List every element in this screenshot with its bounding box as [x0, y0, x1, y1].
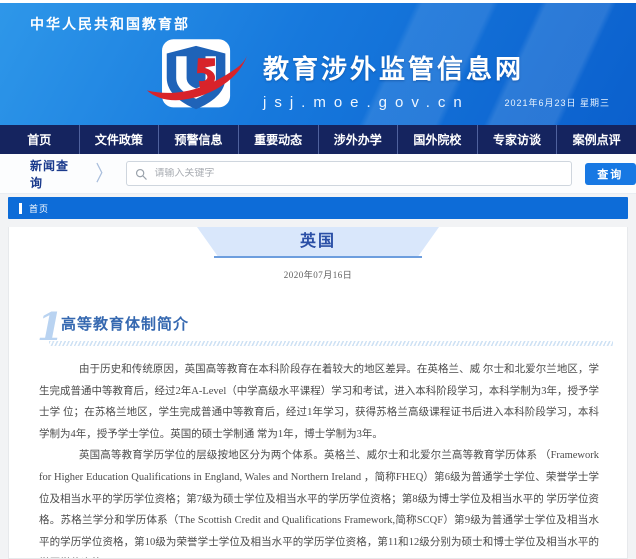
nav-item-case-reviews[interactable]: 案例点评 — [557, 125, 636, 154]
main-nav: 首页 文件政策 预警信息 重要动态 涉外办学 国外院校 专家访谈 案例点评 — [0, 125, 636, 154]
shield-logo-icon — [145, 37, 249, 121]
search-icon — [135, 168, 147, 180]
nav-item-home[interactable]: 首页 — [0, 125, 80, 154]
nav-item-foreign-institutions[interactable]: 国外院校 — [398, 125, 478, 154]
section-heading: 1 高等教育体制简介 — [37, 311, 611, 341]
search-label: 新闻查询 — [30, 157, 81, 191]
section-title: 高等教育体制简介 — [61, 313, 189, 334]
search-button[interactable]: 查询 — [585, 163, 636, 185]
article-body: 由于历史和传统原因，英国高等教育在本科阶段存在着较大的地区差异。在英格兰、威 尔… — [9, 359, 627, 559]
site-name: 教育涉外监管信息网 — [263, 49, 524, 86]
search-box — [126, 161, 571, 186]
news-search-bar: 新闻查询 〉 查询 — [0, 154, 636, 194]
site-header: 中华人民共和国教育部 教育涉外监管信息网 jsj.moe.gov.cn 2021… — [0, 3, 636, 125]
search-input[interactable] — [154, 168, 562, 179]
chevron-divider-icon: 〉 — [95, 163, 112, 184]
main-content: 英国 2020年07月16日 1 高等教育体制简介 由于历史和传统原因，英国高等… — [0, 219, 636, 559]
breadcrumb: 首页 — [8, 197, 628, 219]
paragraph: 由于历史和传统原因，英国高等教育在本科阶段存在着较大的地区差异。在英格兰、威 尔… — [39, 359, 599, 445]
paragraph: 英国高等教育学历学位的层级按地区分为两个体系。英格兰、威尔士和北爱尔兰高等教育学… — [39, 445, 599, 559]
section-number: 1 — [37, 304, 63, 349]
section-rule — [49, 341, 613, 346]
breadcrumb-marker — [19, 203, 22, 214]
ministry-title: 中华人民共和国教育部 — [30, 14, 190, 34]
nav-item-policies[interactable]: 文件政策 — [80, 125, 160, 154]
nav-item-updates[interactable]: 重要动态 — [239, 125, 319, 154]
article-card: 英国 2020年07月16日 1 高等教育体制简介 由于历史和传统原因，英国高等… — [8, 227, 628, 559]
nav-item-foreign-schooling[interactable]: 涉外办学 — [319, 125, 399, 154]
article-date: 2020年07月16日 — [9, 268, 627, 281]
nav-item-expert-interviews[interactable]: 专家访谈 — [478, 125, 558, 154]
site-logo[interactable]: 教育涉外监管信息网 jsj.moe.gov.cn — [145, 37, 524, 121]
nav-item-warnings[interactable]: 预警信息 — [159, 125, 239, 154]
breadcrumb-home-link[interactable]: 首页 — [29, 202, 49, 215]
site-url: jsj.moe.gov.cn — [263, 94, 524, 111]
header-date: 2021年6月23日 星期三 — [504, 96, 610, 109]
article-title: 英国 — [197, 227, 439, 256]
title-underline — [214, 256, 422, 258]
